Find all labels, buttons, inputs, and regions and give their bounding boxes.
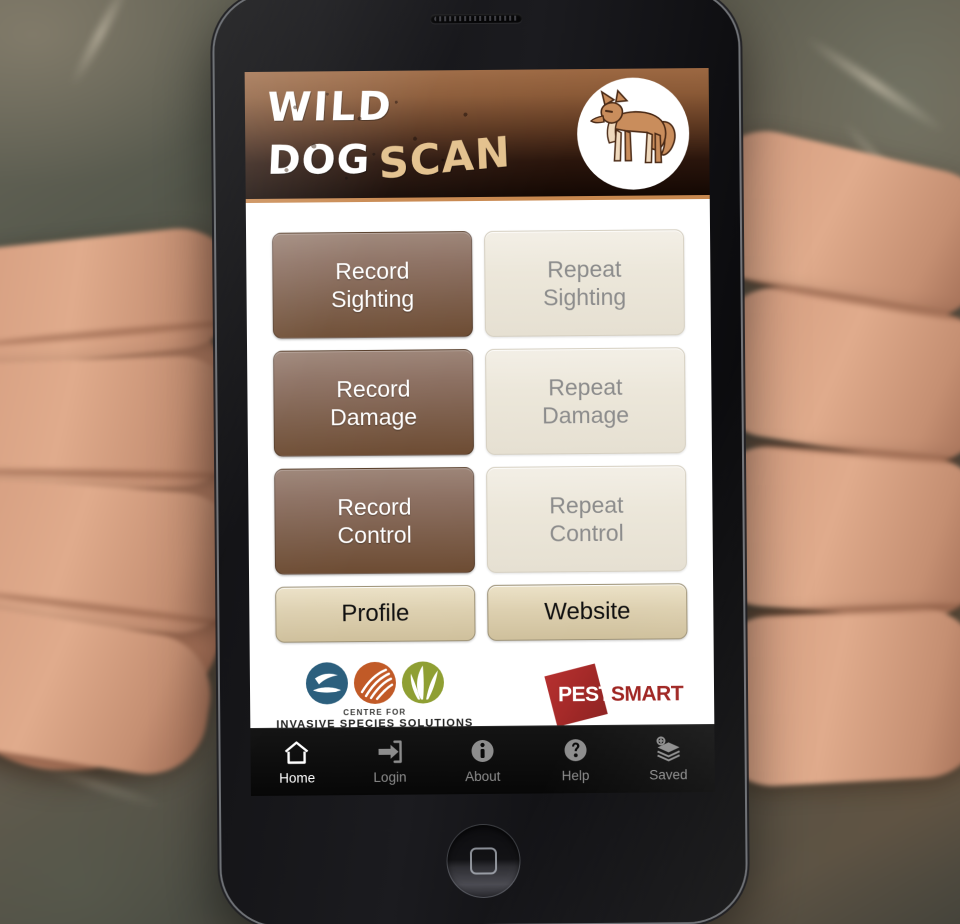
tab-home-label: Home <box>279 769 316 786</box>
tab-home[interactable]: Home <box>250 728 343 796</box>
home-icon <box>283 739 311 765</box>
repeat-control-line1: Repeat <box>549 491 624 519</box>
info-icon <box>468 737 496 763</box>
tab-help-label: Help <box>561 767 590 783</box>
pestsmart-diamond-logo: PESTSMART <box>542 662 689 727</box>
brand-dog: DOG <box>266 136 372 184</box>
tab-saved-label: Saved <box>649 766 688 783</box>
website-button[interactable]: Website <box>487 583 688 641</box>
phone-device: WILD DOG SCAN Record Sighting Repeat Sig… <box>213 0 747 924</box>
record-sighting-line1: Record <box>335 257 410 285</box>
tab-help[interactable]: Help <box>529 726 622 794</box>
repeat-sighting-button[interactable]: Repeat Sighting <box>484 229 685 337</box>
button-row-control: Record Control Repeat Control <box>274 465 687 575</box>
app-screen: WILD DOG SCAN Record Sighting Repeat Sig… <box>244 67 715 797</box>
repeat-control-button[interactable]: Repeat Control <box>486 465 687 573</box>
screenshot-scene: WILD DOG SCAN Record Sighting Repeat Sig… <box>0 0 960 924</box>
record-sighting-line2: Sighting <box>330 285 415 313</box>
tab-saved[interactable]: Saved <box>622 725 715 793</box>
ciss-circle-green <box>401 661 444 704</box>
ciss-circle-orange <box>353 661 396 705</box>
tab-login[interactable]: Login <box>343 727 436 795</box>
brand-wild: WILD <box>265 83 395 131</box>
bottom-tab-bar: Home Login About Help Saved <box>250 723 715 797</box>
tab-login-label: Login <box>373 769 407 785</box>
repeat-damage-line2: Damage <box>542 401 630 429</box>
record-damage-line2: Damage <box>330 403 418 431</box>
record-damage-line1: Record <box>336 375 411 403</box>
app-header: WILD DOG SCAN <box>244 67 710 204</box>
repeat-sighting-line2: Sighting <box>542 283 627 311</box>
pestsmart-part1: PEST <box>557 682 612 707</box>
login-arrow-icon <box>376 738 404 764</box>
record-control-button[interactable]: Record Control <box>274 467 476 575</box>
brand-scan: SCAN <box>377 126 512 189</box>
pestsmart-part2: SMART <box>610 682 684 706</box>
record-damage-button[interactable]: Record Damage <box>273 349 474 457</box>
button-row-damage: Record Damage Repeat Damage <box>273 347 686 457</box>
question-icon <box>561 737 589 763</box>
repeat-damage-line1: Repeat <box>548 373 623 401</box>
button-row-secondary: Profile Website <box>275 583 688 643</box>
record-control-line2: Control <box>337 521 412 549</box>
tab-about-label: About <box>465 768 501 784</box>
button-row-sighting: Record Sighting Repeat Sighting <box>272 229 685 339</box>
app-wordmark: WILD DOG SCAN <box>265 83 512 189</box>
repeat-damage-button[interactable]: Repeat Damage <box>485 347 686 455</box>
profile-button[interactable]: Profile <box>275 585 476 643</box>
wild-dog-dingo-icon <box>576 77 690 191</box>
tab-about[interactable]: About <box>436 727 529 795</box>
layers-add-icon <box>653 735 683 762</box>
partner-logo-strip: CENTRE FOR INVASIVE SPECIES SOLUTIONS PE… <box>250 651 715 731</box>
record-sighting-button[interactable]: Record Sighting <box>272 231 473 339</box>
ciss-three-circles-logo: CENTRE FOR INVASIVE SPECIES SOLUTIONS <box>276 661 474 731</box>
ciss-circle-blue <box>305 662 348 705</box>
repeat-sighting-line1: Repeat <box>547 255 622 283</box>
home-button-square-icon <box>469 847 498 875</box>
earpiece-speaker <box>430 13 523 24</box>
repeat-control-line2: Control <box>549 519 624 547</box>
record-control-line1: Record <box>337 493 412 521</box>
action-button-grid: Record Sighting Repeat Sighting Record D… <box>246 199 714 643</box>
home-button[interactable] <box>446 823 521 899</box>
